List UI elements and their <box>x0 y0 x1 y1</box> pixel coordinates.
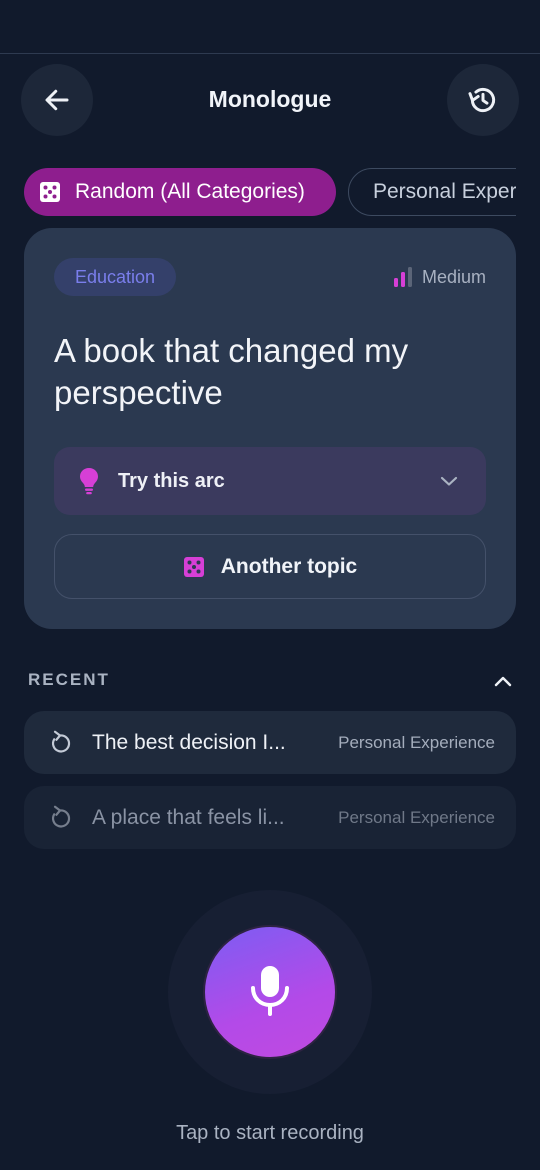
recent-item[interactable]: A place that feels li... Personal Experi… <box>24 786 516 849</box>
another-topic-button[interactable]: Another topic <box>54 534 486 599</box>
dice-icon <box>183 556 204 577</box>
replay-icon <box>51 730 71 752</box>
recent-section-header: RECENT <box>28 670 512 694</box>
recent-item-title: A place that feels li... <box>92 805 285 829</box>
try-arc-toggle[interactable]: Try this arc <box>54 447 486 515</box>
difficulty-label: Medium <box>421 266 486 287</box>
recent-title: RECENT <box>28 670 110 689</box>
top-divider <box>0 53 540 54</box>
header: Monologue <box>0 62 540 136</box>
recent-item-category: Personal Experience <box>338 807 495 827</box>
history-icon <box>468 87 496 113</box>
microphone-icon <box>251 966 289 1016</box>
replay-icon <box>51 805 71 827</box>
topic-text: A book that changed my perspective <box>54 332 409 411</box>
recent-item-category: Personal Experience <box>338 732 495 752</box>
signal-bars-icon <box>393 267 412 287</box>
category-chip-label: Personal Exper <box>373 180 516 203</box>
category-chips: Random (All Categories) Personal Exper <box>0 168 516 218</box>
dice-icon <box>40 182 60 202</box>
chevron-down-icon <box>440 476 458 486</box>
category-chip-personal[interactable]: Personal Exper <box>348 168 516 216</box>
history-button[interactable] <box>447 64 519 136</box>
category-chip-random[interactable]: Random (All Categories) <box>24 168 336 216</box>
recent-item[interactable]: The best decision I... Personal Experien… <box>24 711 516 774</box>
lightbulb-icon <box>80 468 98 495</box>
recent-item-title: The best decision I... <box>92 730 286 754</box>
record-hint: Tap to start recording <box>176 1122 364 1144</box>
another-topic-label: Another topic <box>220 554 358 578</box>
try-arc-label: Try this arc <box>118 469 225 492</box>
chevron-up-icon[interactable] <box>494 670 512 692</box>
category-chip-label: Random (All Categories) <box>75 180 305 203</box>
topic-card: Education Medium A book that changed my … <box>24 228 516 629</box>
topic-tag: Education <box>54 258 177 296</box>
difficulty-indicator: Medium <box>393 266 486 288</box>
record-button[interactable] <box>203 925 337 1059</box>
